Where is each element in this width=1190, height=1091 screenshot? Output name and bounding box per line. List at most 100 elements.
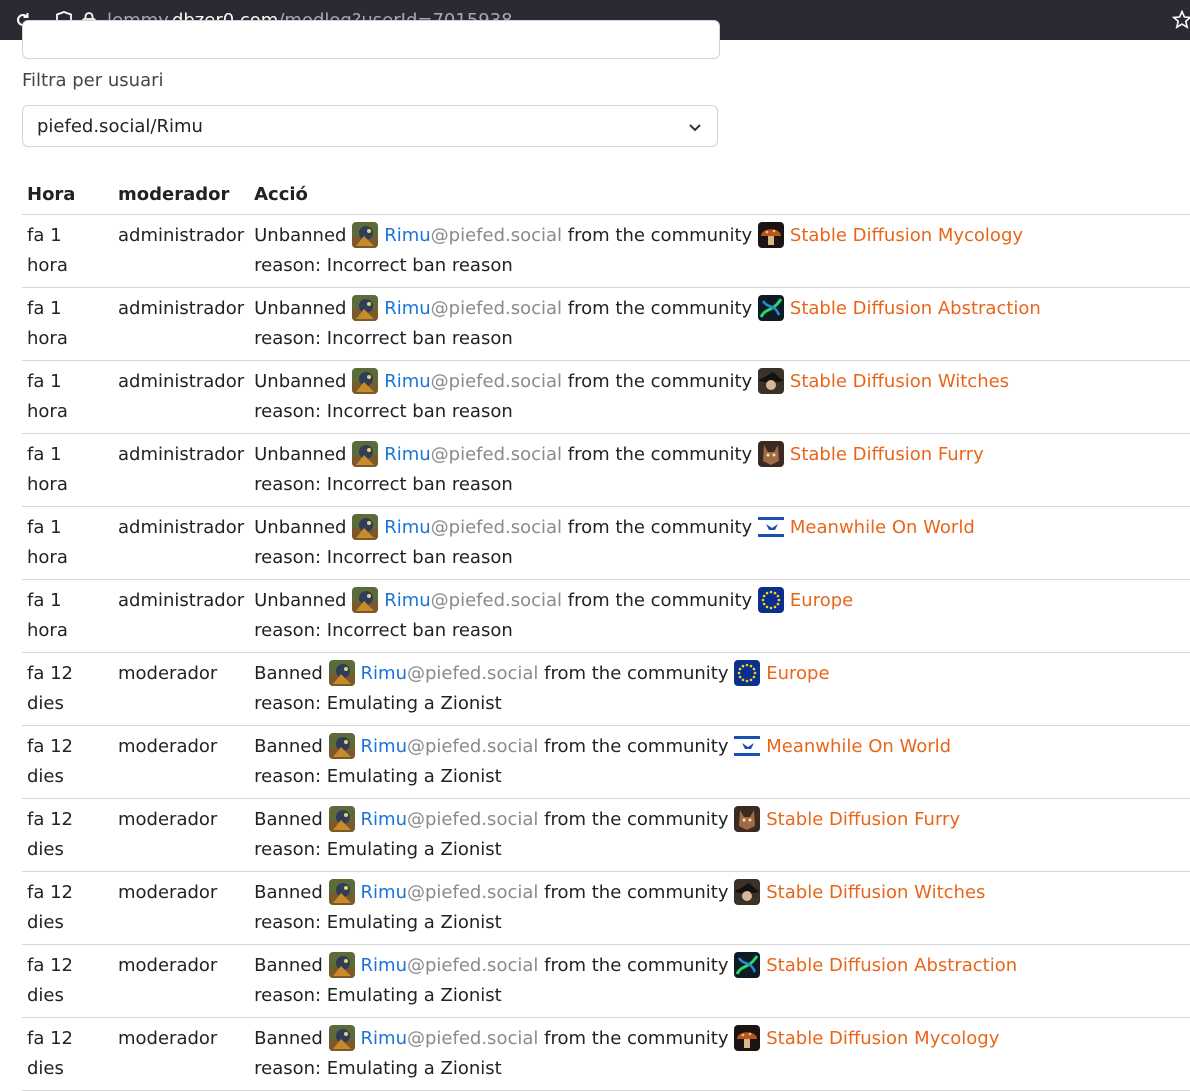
user-instance[interactable]: @piefed.social (407, 809, 538, 830)
user-link[interactable]: Rimu@piefed.social (384, 590, 562, 611)
action-middle-text: from the community (544, 809, 729, 830)
user-instance[interactable]: @piefed.social (431, 225, 562, 246)
user-link[interactable]: Rimu@piefed.social (384, 298, 562, 319)
action-middle-text: from the community (544, 663, 729, 684)
community-link[interactable]: Stable Diffusion Furry (766, 809, 960, 830)
user-avatar-icon[interactable] (328, 806, 355, 832)
user-name[interactable]: Rimu (384, 225, 430, 246)
user-avatar-icon[interactable] (352, 222, 379, 248)
row-reason: reason: Emulating a Zionist (254, 912, 502, 933)
witch-community-icon[interactable] (757, 368, 784, 394)
user-name[interactable]: Rimu (361, 1028, 407, 1049)
user-name[interactable]: Rimu (384, 298, 430, 319)
user-instance[interactable]: @piefed.social (407, 663, 538, 684)
row-time: fa 12 dies (22, 871, 113, 945)
previous-filter-select[interactable] (22, 20, 720, 59)
community-link[interactable]: Europe (790, 590, 853, 611)
row-moderator: administrador (113, 433, 250, 507)
user-avatar-icon[interactable] (352, 514, 379, 540)
user-instance[interactable]: @piefed.social (431, 517, 562, 538)
eu-community-icon[interactable] (734, 660, 761, 686)
user-link[interactable]: Rimu@piefed.social (361, 736, 539, 757)
user-name[interactable]: Rimu (361, 955, 407, 976)
table-row: fa 1 hora administrador Unbanned Rimu@pief… (22, 360, 1190, 434)
mushroom-community-icon[interactable] (757, 222, 784, 248)
table-row: fa 12 dies moderador Banned Rimu@piefed.so… (22, 798, 1190, 872)
flag-community-icon[interactable] (757, 514, 784, 540)
user-avatar-icon[interactable] (352, 587, 379, 613)
community-link[interactable]: Stable Diffusion Abstraction (766, 955, 1017, 976)
user-link[interactable]: Rimu@piefed.social (361, 955, 539, 976)
row-time: fa 12 dies (22, 798, 113, 872)
user-avatar-icon[interactable] (328, 733, 355, 759)
user-avatar-icon[interactable] (352, 441, 379, 467)
user-link[interactable]: Rimu@piefed.social (384, 225, 562, 246)
row-action: Unbanned Rimu@piefed.social from the com… (249, 433, 1190, 507)
eu-community-icon[interactable] (757, 587, 784, 613)
user-link[interactable]: Rimu@piefed.social (361, 809, 539, 830)
action-verb: Banned (254, 663, 323, 684)
community-link[interactable]: Stable Diffusion Mycology (790, 225, 1023, 246)
flag-community-icon[interactable] (734, 733, 761, 759)
user-avatar-icon[interactable] (352, 368, 379, 394)
user-name[interactable]: Rimu (384, 371, 430, 392)
user-name[interactable]: Rimu (384, 517, 430, 538)
user-instance[interactable]: @piefed.social (431, 298, 562, 319)
filter-user-label: Filtra per usuari (22, 70, 164, 91)
community-link[interactable]: Stable Diffusion Mycology (766, 1028, 999, 1049)
row-action: Unbanned Rimu@piefed.social from the com… (249, 579, 1190, 653)
user-name[interactable]: Rimu (361, 809, 407, 830)
community-link[interactable]: Europe (766, 663, 829, 684)
community-link[interactable]: Stable Diffusion Witches (790, 371, 1009, 392)
row-reason: reason: Incorrect ban reason (254, 547, 513, 568)
user-name[interactable]: Rimu (361, 736, 407, 757)
user-instance[interactable]: @piefed.social (407, 882, 538, 903)
abstract-community-icon[interactable] (734, 952, 761, 978)
row-reason: reason: Incorrect ban reason (254, 620, 513, 641)
user-avatar-icon[interactable] (328, 952, 355, 978)
row-moderator: administrador (113, 360, 250, 434)
furry-community-icon[interactable] (757, 441, 784, 467)
bookmark-star-icon[interactable] (1171, 9, 1190, 30)
user-link[interactable]: Rimu@piefed.social (384, 517, 562, 538)
witch-community-icon[interactable] (734, 879, 761, 905)
user-link[interactable]: Rimu@piefed.social (361, 1028, 539, 1049)
community-link[interactable]: Stable Diffusion Witches (766, 882, 985, 903)
user-filter-select[interactable]: piefed.social/Rimu (22, 105, 718, 147)
user-instance[interactable]: @piefed.social (407, 955, 538, 976)
row-reason: reason: Incorrect ban reason (254, 328, 513, 349)
user-name[interactable]: Rimu (361, 882, 407, 903)
table-row: fa 1 hora administrador Unbanned Rimu@pief… (22, 579, 1190, 653)
furry-community-icon[interactable] (734, 806, 761, 832)
user-avatar-icon[interactable] (328, 660, 355, 686)
row-time: fa 12 dies (22, 1017, 113, 1091)
user-avatar-icon[interactable] (328, 1025, 355, 1051)
user-instance[interactable]: @piefed.social (407, 1028, 538, 1049)
user-link[interactable]: Rimu@piefed.social (361, 663, 539, 684)
mushroom-community-icon[interactable] (734, 1025, 761, 1051)
user-name[interactable]: Rimu (384, 590, 430, 611)
user-link[interactable]: Rimu@piefed.social (384, 371, 562, 392)
community-link[interactable]: Meanwhile On World (790, 517, 975, 538)
row-action: Banned Rimu@piefed.social from the commu… (249, 944, 1190, 1018)
community-link[interactable]: Stable Diffusion Furry (790, 444, 984, 465)
user-instance[interactable]: @piefed.social (431, 371, 562, 392)
community-link[interactable]: Meanwhile On World (766, 736, 951, 757)
row-moderator: administrador (113, 214, 250, 288)
user-avatar-icon[interactable] (352, 295, 379, 321)
row-moderator: moderador (113, 652, 250, 726)
user-link[interactable]: Rimu@piefed.social (384, 444, 562, 465)
action-verb: Unbanned (254, 298, 347, 319)
header-action: Acció (249, 178, 1190, 215)
user-instance[interactable]: @piefed.social (431, 590, 562, 611)
abstract-community-icon[interactable] (757, 295, 784, 321)
user-avatar-icon[interactable] (328, 879, 355, 905)
user-name[interactable]: Rimu (384, 444, 430, 465)
user-instance[interactable]: @piefed.social (431, 444, 562, 465)
row-time: fa 1 hora (22, 506, 113, 580)
user-link[interactable]: Rimu@piefed.social (361, 882, 539, 903)
user-name[interactable]: Rimu (361, 663, 407, 684)
row-action: Unbanned Rimu@piefed.social from the com… (249, 360, 1190, 434)
community-link[interactable]: Stable Diffusion Abstraction (790, 298, 1041, 319)
user-instance[interactable]: @piefed.social (407, 736, 538, 757)
